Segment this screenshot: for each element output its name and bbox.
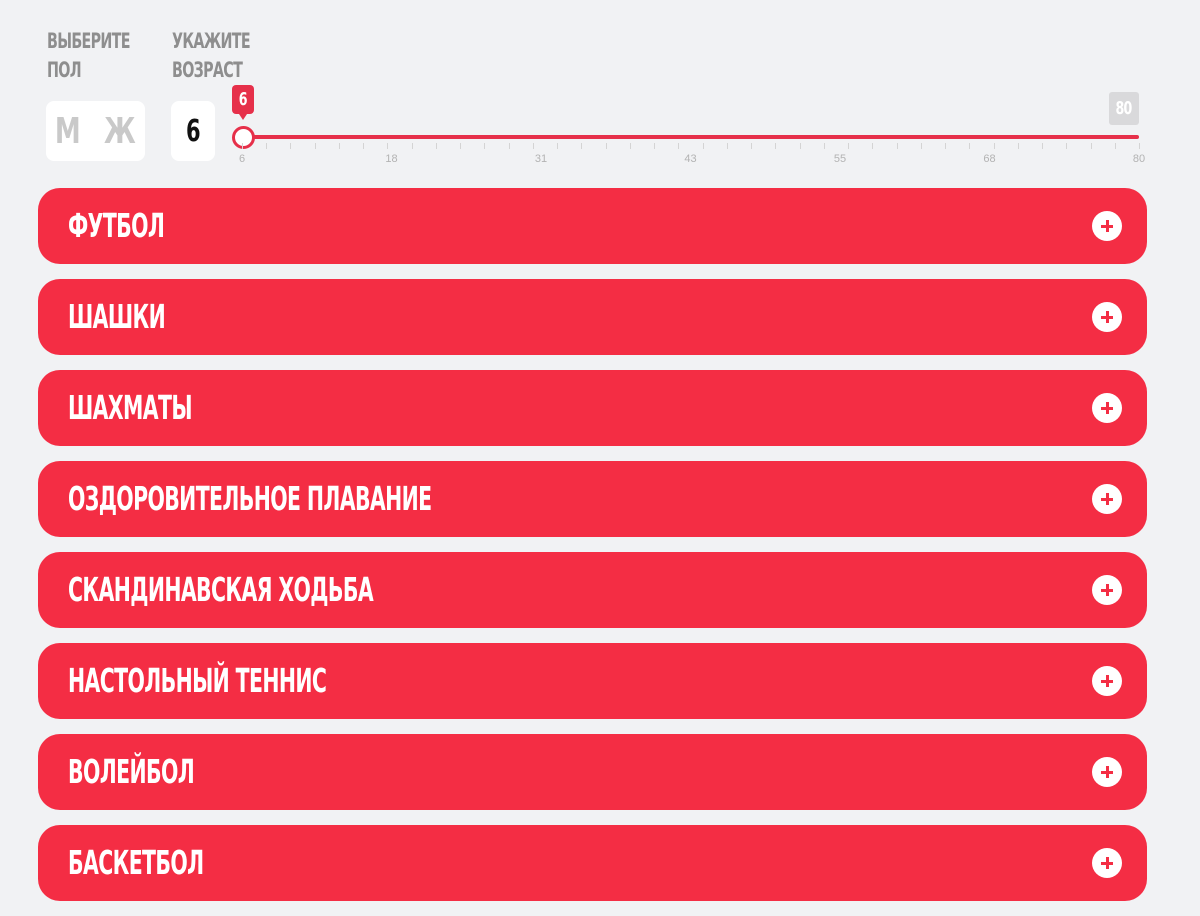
- slider-tick: [290, 143, 292, 149]
- plus-icon[interactable]: [1092, 666, 1122, 696]
- slider-tick: [920, 143, 922, 149]
- accordion-item[interactable]: Волейбол: [38, 734, 1147, 810]
- slider-tick: [823, 143, 825, 149]
- accordion-title: Футбол: [68, 206, 165, 245]
- slider-tick: [1139, 143, 1140, 149]
- slider-tick: [532, 143, 534, 149]
- plus-icon[interactable]: [1092, 575, 1122, 605]
- accordion-item[interactable]: Футбол: [38, 188, 1147, 264]
- slider-tick-label: 68: [983, 153, 996, 165]
- slider-tick: [993, 143, 995, 149]
- accordion-title: Настольный теннис: [68, 661, 327, 700]
- slider-max-text: 80: [1115, 98, 1133, 119]
- accordion-title: Скандинавская ходьба: [68, 570, 374, 609]
- accordion-item[interactable]: Настольный теннис: [38, 643, 1147, 719]
- slider-value-text: 6: [238, 89, 248, 110]
- slider-tick: [557, 143, 559, 149]
- gender-selector: М Ж: [46, 101, 145, 161]
- age-input[interactable]: 6: [171, 101, 215, 161]
- gender-option-female[interactable]: Ж: [104, 111, 136, 152]
- slider-tick: [581, 143, 583, 149]
- plus-icon[interactable]: [1092, 211, 1122, 241]
- plus-icon[interactable]: [1092, 757, 1122, 787]
- activity-accordion: Футбол Шашки Шахматы Оздоровительное плаван…: [38, 188, 1147, 916]
- accordion-item[interactable]: Скандинавская ходьба: [38, 552, 1147, 628]
- accordion-title: Шахматы: [68, 388, 193, 427]
- slider-tick: [629, 143, 631, 149]
- accordion-item[interactable]: Баскетбол: [38, 825, 1147, 901]
- slider-tick: [751, 143, 753, 149]
- slider-tick-label: 6: [238, 153, 246, 165]
- gender-option-male[interactable]: М: [54, 111, 80, 152]
- slider-tick: [1017, 143, 1019, 149]
- slider-tick: [945, 143, 947, 149]
- age-label: Укажите возраст: [172, 27, 251, 85]
- accordion-title: Оздоровительное плавание: [68, 479, 432, 518]
- slider-tick: [969, 143, 971, 149]
- slider-tick: [484, 143, 486, 149]
- plus-icon[interactable]: [1092, 302, 1122, 332]
- gender-label-line: пол: [47, 58, 82, 82]
- accordion-title: Волейбол: [68, 752, 195, 791]
- slider-tick: [848, 143, 850, 149]
- slider-tick: [1042, 143, 1044, 149]
- plus-icon[interactable]: [1092, 484, 1122, 514]
- age-value: 6: [186, 113, 201, 149]
- slider-tick: [678, 143, 680, 149]
- slider-tick: [1114, 143, 1116, 149]
- slider-tick: [726, 143, 728, 149]
- slider-tick-label: 31: [534, 153, 548, 165]
- slider-max-badge: 80: [1109, 92, 1139, 125]
- accordion-title: Шашки: [68, 297, 166, 336]
- gender-label-line: Выберите: [47, 29, 130, 53]
- slider-tick: [242, 143, 243, 149]
- slider-track[interactable]: [242, 135, 1139, 139]
- slider-tick-label: 80: [1132, 153, 1146, 165]
- slider-tick: [702, 143, 704, 149]
- slider-tick: [799, 143, 801, 149]
- slider-tick: [363, 143, 365, 149]
- slider-tick: [460, 143, 462, 149]
- accordion-item[interactable]: Оздоровительное плавание: [38, 461, 1147, 537]
- age-label-line: Укажите: [172, 29, 251, 53]
- age-slider[interactable]: 6 80 6 18 31 43 55 68 80: [232, 80, 1145, 180]
- slider-tick: [435, 143, 437, 149]
- slider-tick-label: 43: [684, 153, 697, 165]
- slider-value-bubble: 6: [232, 85, 254, 120]
- slider-tick: [872, 143, 874, 149]
- slider-tick: [775, 143, 777, 149]
- slider-tick-label: 18: [385, 153, 398, 165]
- slider-tick: [314, 143, 316, 149]
- slider-tick-label: 55: [833, 153, 847, 165]
- accordion-title: Баскетбол: [68, 843, 204, 882]
- slider-tick: [1066, 143, 1068, 149]
- slider-tick: [654, 143, 656, 149]
- slider-tick-labels: 6 18 31 43 55 68 80: [238, 153, 1145, 167]
- slider-tick: [896, 143, 898, 149]
- slider-tick: [411, 143, 413, 149]
- gender-label: Выберите пол: [47, 27, 130, 85]
- plus-icon[interactable]: [1092, 393, 1122, 423]
- slider-tick: [266, 143, 268, 149]
- slider-tick: [605, 143, 607, 149]
- slider-ticks: [242, 143, 1140, 151]
- slider-tick: [338, 143, 340, 149]
- slider-tick: [1090, 143, 1092, 149]
- accordion-item[interactable]: Шашки: [38, 279, 1147, 355]
- slider-tick: [387, 143, 389, 149]
- slider-tick: [508, 143, 510, 149]
- accordion-item[interactable]: Шахматы: [38, 370, 1147, 446]
- plus-icon[interactable]: [1092, 848, 1122, 878]
